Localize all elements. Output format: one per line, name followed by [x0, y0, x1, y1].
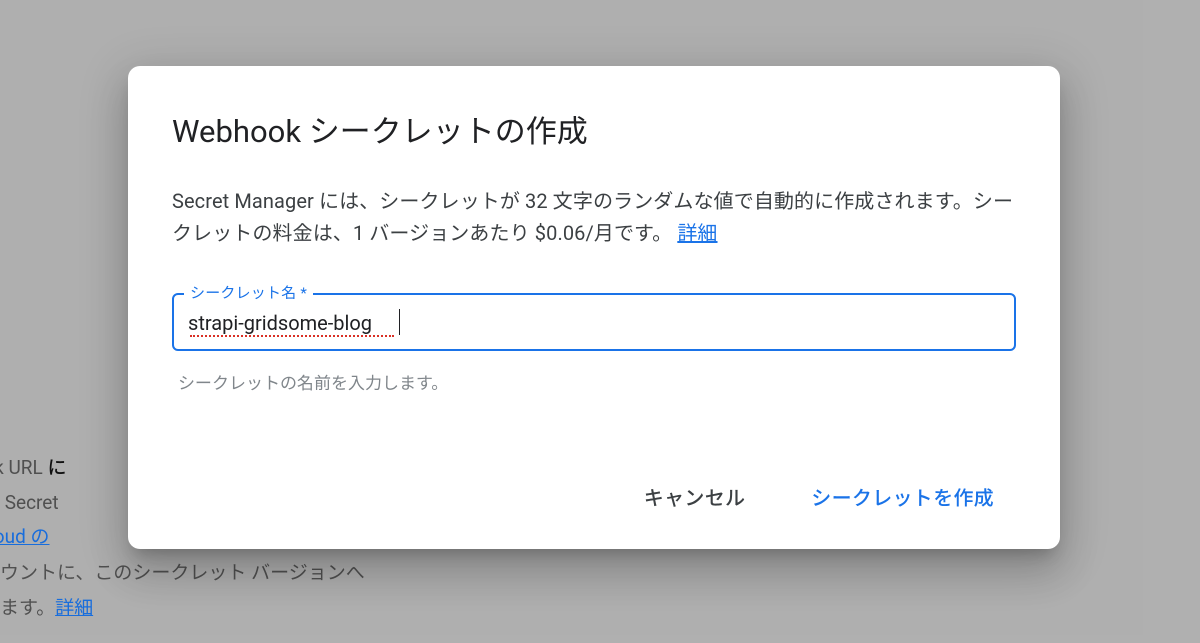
dialog-title: Webhook シークレットの作成: [172, 106, 1016, 151]
cancel-button[interactable]: キャンセル: [634, 474, 756, 519]
dialog-actions: キャンセル シークレットを作成: [172, 474, 1016, 519]
text-caret: [399, 309, 400, 335]
secret-name-field-wrap: シークレット名 *: [172, 293, 1016, 351]
create-webhook-secret-dialog: Webhook シークレットの作成 Secret Manager には、シークレ…: [128, 66, 1060, 549]
secret-name-hint: シークレットの名前を入力します。: [172, 359, 1016, 394]
create-secret-button[interactable]: シークレットを作成: [801, 474, 1004, 519]
details-link[interactable]: 詳細: [677, 221, 717, 245]
secret-name-label: シークレット名 *: [184, 282, 313, 303]
dialog-description: Secret Manager には、シークレットが 32 文字のランダムな値で自…: [172, 185, 1016, 249]
